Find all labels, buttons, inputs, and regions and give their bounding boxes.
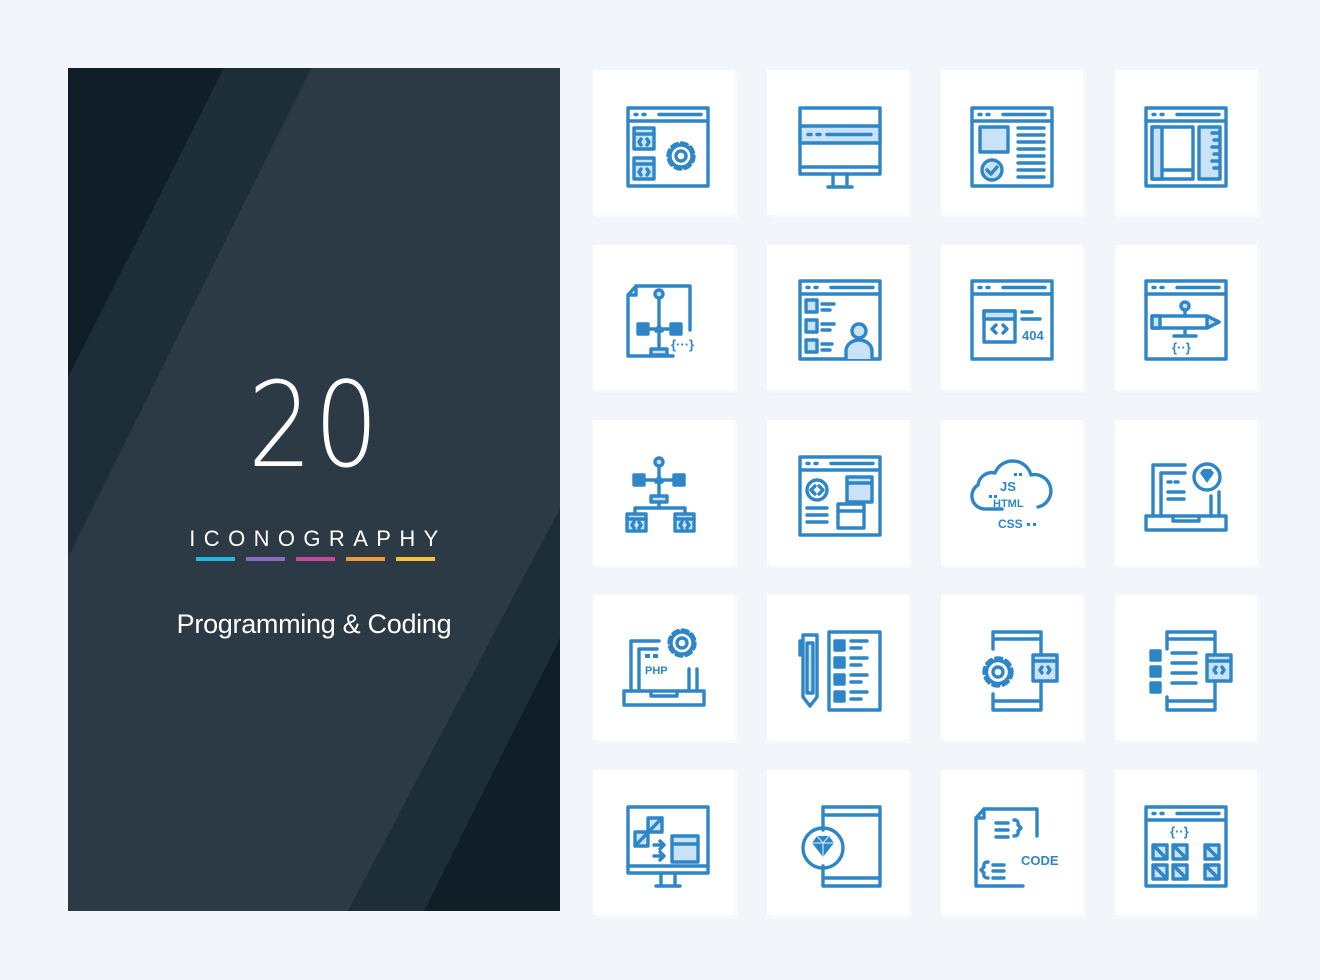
monitor-transfer-icon xyxy=(626,805,710,888)
pack-title: Programming & Coding xyxy=(176,609,452,639)
code-file-icon: CODE xyxy=(974,807,1059,888)
pen-checklist-icon xyxy=(798,630,882,712)
icon-tile[interactable] xyxy=(593,70,735,215)
accent-bar-cyan xyxy=(196,557,235,561)
cloud-languages-icon: JS HTML CSS xyxy=(970,459,1053,531)
icon-tile[interactable] xyxy=(593,770,735,915)
php-label: PHP xyxy=(645,665,668,677)
icon-tile[interactable] xyxy=(1115,595,1257,740)
svg-text:{··}: {··} xyxy=(1170,824,1189,839)
error-404-page-icon: 404 xyxy=(970,279,1054,361)
icon-tile[interactable] xyxy=(941,70,1083,215)
icon-tile[interactable] xyxy=(1115,70,1257,215)
web-user-list-icon xyxy=(798,279,882,361)
accent-bar-magenta xyxy=(296,557,335,561)
icon-tile[interactable] xyxy=(941,595,1083,740)
laptop-ruby-icon xyxy=(1144,462,1228,532)
icon-tile[interactable] xyxy=(767,770,909,915)
mobile-settings-code-icon xyxy=(982,630,1059,712)
browser-settings-icon xyxy=(626,106,710,188)
icon-tile[interactable] xyxy=(767,245,909,390)
css-label: CSS xyxy=(998,517,1023,531)
icon-tile[interactable] xyxy=(767,595,909,740)
cover-panel: 20 ICONOGRAPHY Programming & Coding xyxy=(68,68,560,911)
svg-text:{··}: {··} xyxy=(1172,340,1191,355)
error-404-label: 404 xyxy=(1022,328,1044,343)
web-page-check-icon xyxy=(970,106,1054,188)
web-layout-icon xyxy=(1144,106,1228,188)
accent-bar-orange xyxy=(346,557,385,561)
mobile-list-code-icon xyxy=(1149,630,1233,712)
hierarchy-structure-icon xyxy=(625,456,696,533)
svg-text:{···}: {···} xyxy=(671,337,694,352)
icon-count: 20 xyxy=(247,356,381,494)
icon-tile[interactable]: CODE xyxy=(941,770,1083,915)
laptop-php-settings-icon: PHP xyxy=(622,628,706,707)
icon-tile[interactable]: PHP xyxy=(593,595,735,740)
icon-tile[interactable] xyxy=(1115,420,1257,565)
accent-bar-purple xyxy=(246,557,285,561)
accent-bar-yellow xyxy=(396,557,435,561)
icon-tile[interactable] xyxy=(767,420,909,565)
icon-tile[interactable]: {···} xyxy=(593,245,735,390)
accent-bars xyxy=(196,557,435,561)
iconography-label: ICONOGRAPHY xyxy=(189,526,447,551)
web-code-layout-icon xyxy=(798,455,882,537)
code-label: CODE xyxy=(1021,853,1059,868)
icon-tile[interactable]: {··} xyxy=(1115,770,1257,915)
icon-tile[interactable]: JS HTML CSS xyxy=(941,420,1083,565)
icon-tile[interactable]: 404 xyxy=(941,245,1083,390)
icon-tile[interactable] xyxy=(593,420,735,565)
web-design-pen-icon: {··} xyxy=(1144,279,1228,361)
js-label: JS xyxy=(1000,479,1016,494)
icon-tile[interactable]: {··} xyxy=(1115,245,1257,390)
monitor-icon xyxy=(798,106,882,189)
mobile-ruby-icon xyxy=(801,805,882,888)
web-grid-code-icon: {··} xyxy=(1144,805,1228,888)
icon-tile[interactable] xyxy=(767,70,909,215)
html-label: HTML xyxy=(993,498,1024,510)
code-file-structure-icon: {···} xyxy=(626,284,694,358)
